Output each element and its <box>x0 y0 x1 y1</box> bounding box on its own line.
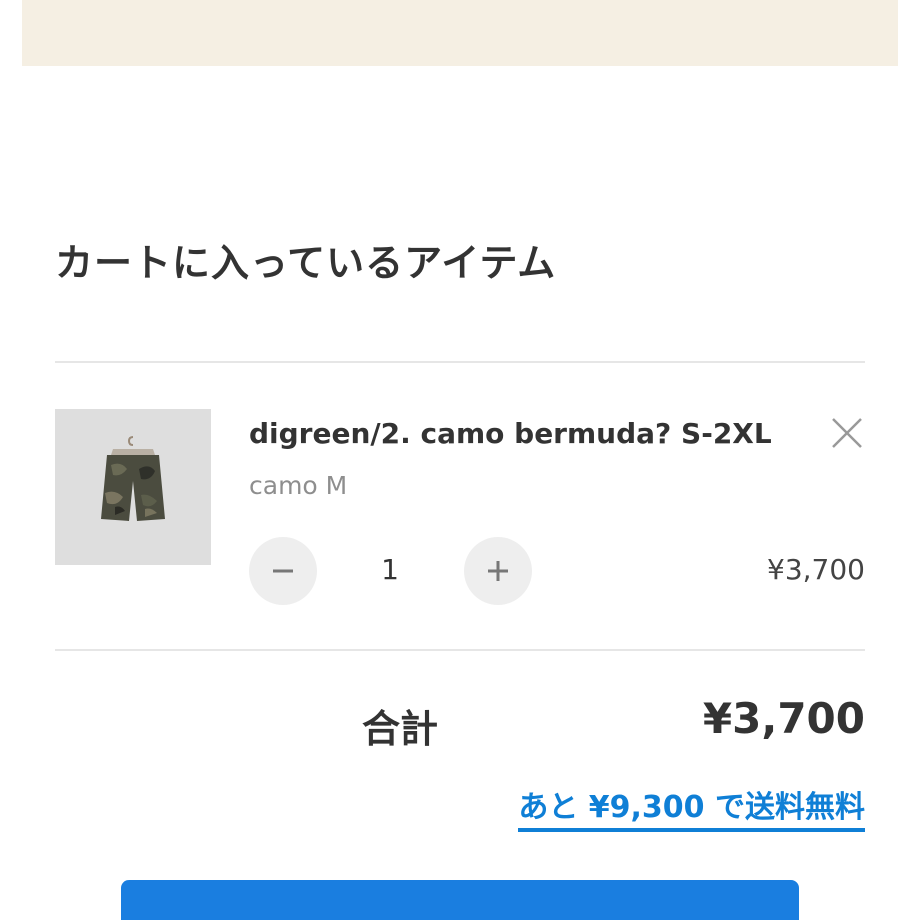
top-banner <box>22 0 898 66</box>
close-icon <box>832 418 862 448</box>
camo-shorts-image <box>55 409 211 565</box>
decrease-quantity-button[interactable] <box>249 537 317 605</box>
item-price: ¥3,700 <box>767 553 865 586</box>
cart-item: digreen/2. camo bermuda? S-2XL camo M 1 … <box>55 409 865 609</box>
plus-icon <box>488 561 508 581</box>
quantity-value: 1 <box>381 553 399 586</box>
cart-page: カートに入っているアイテム digreen/2. camo bermuda? S… <box>0 0 920 920</box>
remove-item-button[interactable] <box>829 415 865 451</box>
cart-heading: カートに入っているアイテム <box>55 241 557 285</box>
total-value: ¥3,700 <box>702 694 865 743</box>
product-thumbnail[interactable] <box>55 409 211 565</box>
product-name[interactable]: digreen/2. camo bermuda? S-2XL <box>249 417 772 450</box>
checkout-button[interactable] <box>121 880 799 920</box>
free-shipping-link[interactable]: あと ¥9,300 で送料無料 <box>518 782 865 832</box>
divider <box>55 649 865 651</box>
minus-icon <box>273 569 293 573</box>
product-variant: camo M <box>249 471 348 500</box>
total-label: 合計 <box>362 707 439 751</box>
increase-quantity-button[interactable] <box>464 537 532 605</box>
divider <box>55 361 865 363</box>
